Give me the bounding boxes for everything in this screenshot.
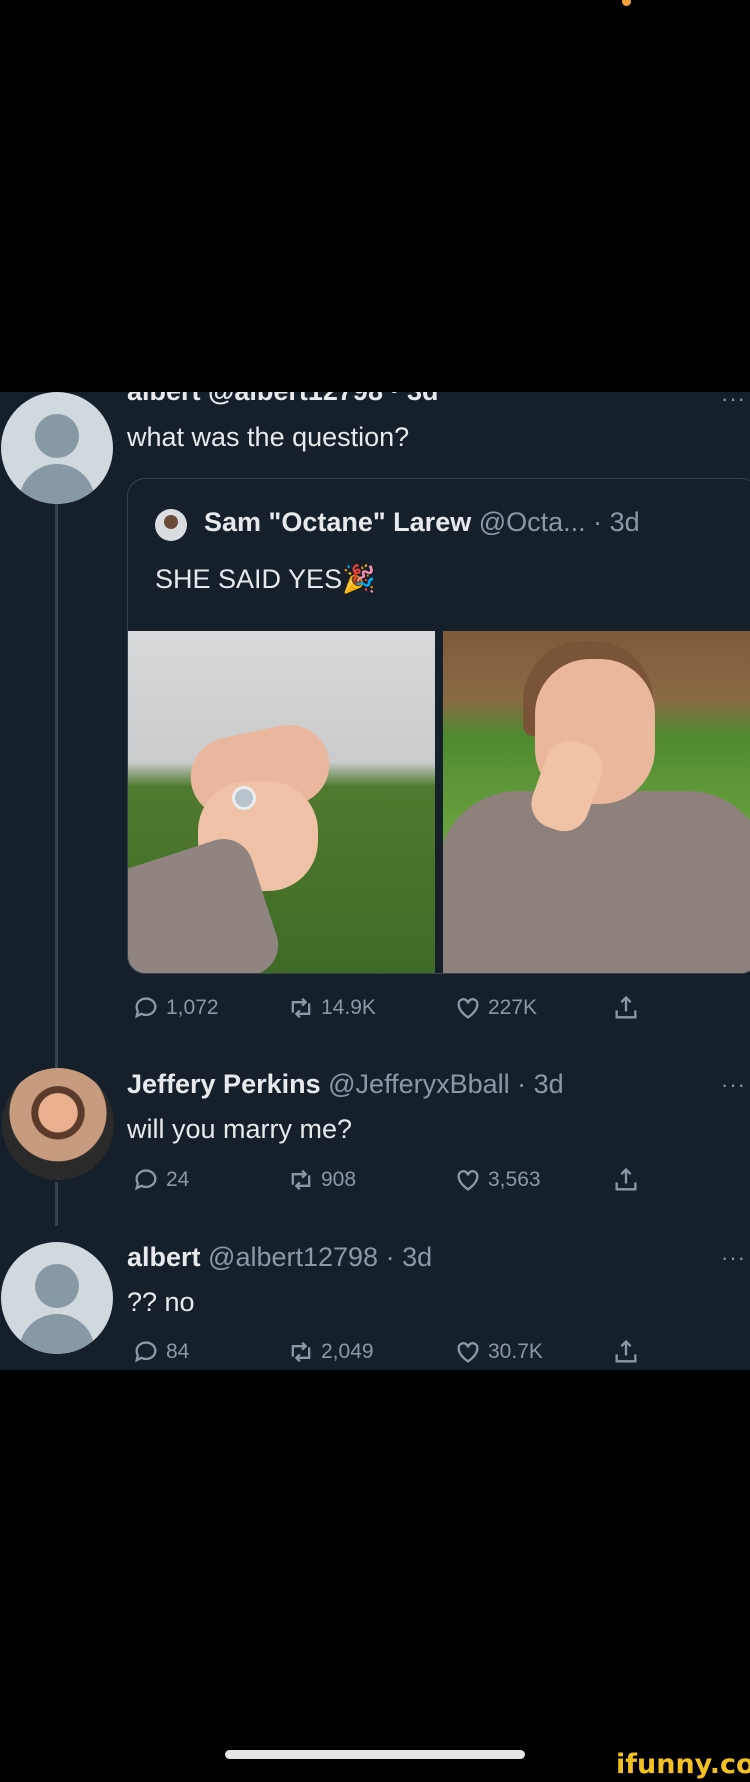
avatar-albert[interactable] <box>1 1242 113 1354</box>
share-icon <box>615 995 637 1019</box>
reply-button[interactable]: 84 <box>132 1338 189 1366</box>
retweet-count: 14.9K <box>321 996 376 1019</box>
reply-icon <box>134 1169 157 1191</box>
tweet2-author-meta: @JefferyxBball · 3d <box>328 1069 564 1099</box>
tweet1-actions: 1,072 14.9K 227K <box>132 994 672 1028</box>
heart-icon <box>457 1342 479 1363</box>
notification-dot <box>622 0 631 6</box>
retweet-count: 908 <box>321 1168 357 1191</box>
reply-count: 84 <box>166 1340 190 1363</box>
like-count: 227K <box>488 996 538 1019</box>
quoted-author-name: Sam "Octane" Larew <box>204 507 472 537</box>
retweet-button[interactable]: 2,049 <box>287 1338 374 1366</box>
retweet-button[interactable]: 14.9K <box>287 994 376 1022</box>
tweet2-actions: 24 908 3,563 <box>132 1166 672 1200</box>
quoted-text: SHE SAID YES🎉 <box>155 564 376 594</box>
like-button[interactable]: 227K <box>454 994 537 1022</box>
thread-line <box>55 504 58 1074</box>
retweet-icon <box>291 997 311 1019</box>
more-options-icon[interactable]: ··· <box>721 1245 746 1271</box>
share-button[interactable] <box>612 1166 640 1194</box>
avatar-albert[interactable] <box>1 392 113 504</box>
quoted-tweet[interactable]: Sam "Octane" Larew @Octa... · 3d SHE SAI… <box>127 478 750 974</box>
ifunny-watermark: ifunny.co <box>616 1749 750 1780</box>
reply-button[interactable]: 24 <box>132 1166 189 1194</box>
share-icon <box>615 1339 637 1363</box>
avatar-jeffery[interactable] <box>2 1068 114 1180</box>
reply-icon <box>134 1341 157 1363</box>
like-button[interactable]: 30.7K <box>454 1338 543 1366</box>
quoted-author-meta: @Octa... · 3d <box>478 507 640 537</box>
thread-line <box>55 1182 58 1226</box>
heart-icon <box>457 998 479 1019</box>
share-icon <box>615 1167 637 1191</box>
more-options-icon[interactable]: ··· <box>721 1072 746 1098</box>
reply-icon <box>134 997 157 1019</box>
tweet3-author-meta: @albert12798 · 3d <box>208 1242 433 1272</box>
tweet1-name-line: albert @albert12798 · 3d <box>127 392 438 407</box>
home-indicator[interactable] <box>225 1750 525 1759</box>
heart-icon <box>457 1170 479 1191</box>
tweet3-actions: 84 2,049 30.7K <box>132 1338 672 1370</box>
like-count: 3,563 <box>488 1168 541 1191</box>
like-count: 30.7K <box>488 1340 543 1363</box>
retweet-icon <box>291 1169 311 1191</box>
reply-count: 1,072 <box>166 996 219 1019</box>
retweet-count: 2,049 <box>321 1340 374 1363</box>
quoted-photo-ring-hand[interactable] <box>128 631 435 973</box>
tweet2-text: will you marry me? <box>127 1114 353 1144</box>
more-options-icon[interactable]: ··· <box>721 392 746 412</box>
quoted-avatar <box>155 509 187 541</box>
quoted-photo-selfie[interactable] <box>443 631 750 973</box>
retweet-icon <box>291 1341 311 1363</box>
tweet1-text: what was the question? <box>127 422 410 452</box>
share-button[interactable] <box>612 994 640 1022</box>
tweet3-author-name: albert <box>127 1242 201 1272</box>
tweet2-author-name: Jeffery Perkins <box>127 1069 321 1099</box>
share-button[interactable] <box>612 1338 640 1366</box>
retweet-button[interactable]: 908 <box>287 1166 356 1194</box>
reply-count: 24 <box>166 1168 190 1191</box>
tweet-thread: albert @albert12798 · 3d ··· what was th… <box>0 392 750 1370</box>
tweet3-text: ?? no <box>127 1287 195 1317</box>
reply-button[interactable]: 1,072 <box>132 994 219 1022</box>
like-button[interactable]: 3,563 <box>454 1166 541 1194</box>
